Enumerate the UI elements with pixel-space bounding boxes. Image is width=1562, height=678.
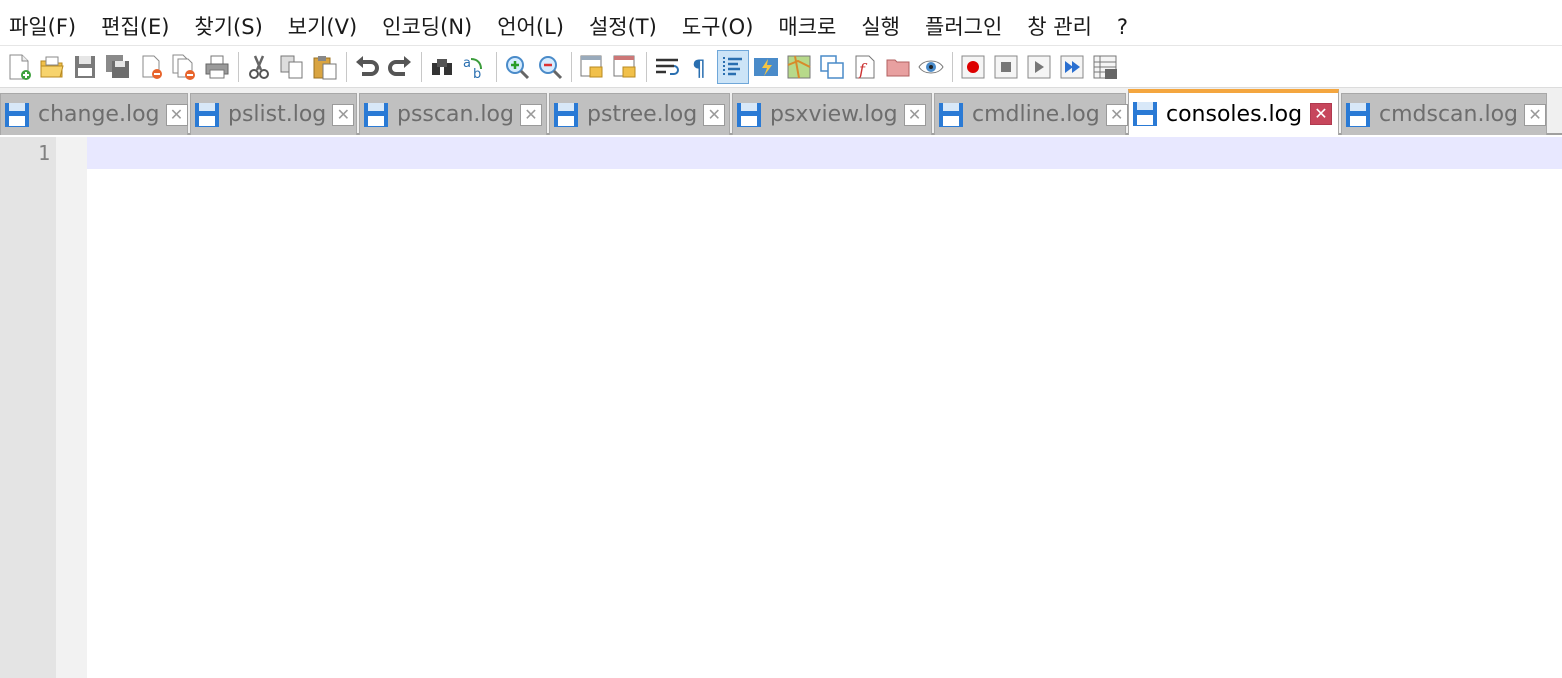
menu-macro[interactable]: 매크로 xyxy=(767,8,850,46)
new-file-icon[interactable] xyxy=(3,50,35,84)
tab-close-icon[interactable]: ✕ xyxy=(703,103,726,126)
sync-vertical-icon[interactable] xyxy=(576,50,608,84)
tab-cmdscan-log[interactable]: cmdscan.log ✕ xyxy=(1341,93,1547,135)
tab-psscan-log[interactable]: psscan.log ✕ xyxy=(359,93,547,135)
run-macro-multiple-icon[interactable] xyxy=(1056,50,1088,84)
tab-psxview-log[interactable]: psxview.log ✕ xyxy=(732,93,932,135)
tab-label: psxview.log xyxy=(770,102,898,127)
menu-run[interactable]: 실행 xyxy=(850,8,914,46)
tab-bar: change.log ✕ pslist.log ✕ psscan.log ✕ p… xyxy=(0,88,1562,135)
function-list-icon[interactable]: f xyxy=(849,50,881,84)
menu-file[interactable]: 파일(F) xyxy=(0,8,90,46)
menu-edit[interactable]: 편집(E) xyxy=(90,8,183,46)
tab-change-log[interactable]: change.log ✕ xyxy=(0,93,188,135)
toolbar-separator xyxy=(238,52,239,82)
zoom-out-icon[interactable] xyxy=(534,50,566,84)
toolbar-separator xyxy=(496,52,497,82)
line-number: 1 xyxy=(37,141,50,165)
tab-label: cmdscan.log xyxy=(1379,102,1519,127)
toolbar-separator xyxy=(421,52,422,82)
zoom-in-icon[interactable] xyxy=(501,50,533,84)
menu-encoding[interactable]: 인코딩(N) xyxy=(371,8,486,46)
replace-icon[interactable]: ab xyxy=(459,50,491,84)
cut-icon[interactable] xyxy=(243,50,275,84)
redo-icon[interactable] xyxy=(384,50,416,84)
save-icon xyxy=(939,102,963,127)
svg-text:a: a xyxy=(463,56,471,71)
sync-horizontal-icon[interactable] xyxy=(609,50,641,84)
tab-close-icon[interactable]: ✕ xyxy=(903,103,926,126)
monitoring-icon[interactable] xyxy=(915,50,947,84)
indent-guide-icon[interactable] xyxy=(717,50,749,84)
tab-consoles-log[interactable]: consoles.log ✕ xyxy=(1128,89,1339,135)
tab-label: cmdline.log xyxy=(972,102,1100,127)
save-icon xyxy=(1346,102,1370,127)
find-icon[interactable] xyxy=(426,50,458,84)
document-list-icon[interactable] xyxy=(816,50,848,84)
paste-icon[interactable] xyxy=(309,50,341,84)
tab-close-icon[interactable]: ✕ xyxy=(165,103,188,126)
menu-window[interactable]: 창 관리 xyxy=(1016,8,1106,46)
save-icon xyxy=(1133,102,1157,126)
menu-search[interactable]: 찾기(S) xyxy=(183,8,276,46)
menu-help[interactable]: ? xyxy=(1106,8,1142,46)
save-icon xyxy=(364,102,388,127)
menu-settings[interactable]: 설정(T) xyxy=(578,8,671,46)
toolbar-separator xyxy=(346,52,347,82)
tab-label: consoles.log xyxy=(1166,101,1303,127)
current-line-highlight[interactable] xyxy=(87,137,1562,169)
svg-text:¶: ¶ xyxy=(692,57,706,81)
tab-pstree-log[interactable]: pstree.log ✕ xyxy=(549,93,730,135)
play-macro-icon[interactable] xyxy=(1023,50,1055,84)
menu-tools[interactable]: 도구(O) xyxy=(671,8,768,46)
fold-margin xyxy=(56,137,87,678)
toolbar-separator xyxy=(571,52,572,82)
tab-label: psscan.log xyxy=(397,102,514,127)
save-icon xyxy=(5,102,29,127)
document-map-icon[interactable] xyxy=(783,50,815,84)
record-macro-icon[interactable] xyxy=(957,50,989,84)
menu-plugins[interactable]: 플러그인 xyxy=(914,8,1016,46)
stop-macro-icon[interactable] xyxy=(990,50,1022,84)
close-icon[interactable] xyxy=(135,50,167,84)
save-macro-icon[interactable] xyxy=(1089,50,1121,84)
undo-icon[interactable] xyxy=(351,50,383,84)
save-icon xyxy=(737,102,761,127)
print-icon[interactable] xyxy=(201,50,233,84)
show-all-chars-icon[interactable]: ¶ xyxy=(684,50,716,84)
tab-cmdline-log[interactable]: cmdline.log ✕ xyxy=(934,93,1128,135)
menu-view[interactable]: 보기(V) xyxy=(277,8,371,46)
tab-label: pslist.log xyxy=(228,102,327,127)
word-wrap-icon[interactable] xyxy=(651,50,683,84)
svg-text:b: b xyxy=(473,67,481,81)
tab-close-icon[interactable]: ✕ xyxy=(1105,103,1128,126)
tab-pslist-log[interactable]: pslist.log ✕ xyxy=(190,93,357,135)
save-icon xyxy=(195,102,219,127)
editor-area[interactable]: 1 xyxy=(0,137,1562,678)
toolbar-separator xyxy=(952,52,953,82)
tab-label: pstree.log xyxy=(587,102,698,127)
save-all-icon[interactable] xyxy=(102,50,134,84)
open-file-icon[interactable] xyxy=(36,50,68,84)
folder-workspace-icon[interactable] xyxy=(882,50,914,84)
save-icon xyxy=(554,102,578,127)
udl-icon[interactable] xyxy=(750,50,782,84)
copy-icon[interactable] xyxy=(276,50,308,84)
toolbar-separator xyxy=(646,52,647,82)
tab-close-icon[interactable]: ✕ xyxy=(1524,103,1547,126)
toolbar: ab ¶ f xyxy=(0,47,1562,88)
save-icon[interactable] xyxy=(69,50,101,84)
close-all-icon[interactable] xyxy=(168,50,200,84)
menu-language[interactable]: 언어(L) xyxy=(486,8,578,46)
line-number-gutter: 1 xyxy=(0,137,56,678)
menu-bar: 파일(F) 편집(E) 찾기(S) 보기(V) 인코딩(N) 언어(L) 설정(… xyxy=(0,8,1562,46)
tab-close-icon[interactable]: ✕ xyxy=(1310,103,1332,125)
tab-close-icon[interactable]: ✕ xyxy=(519,103,542,126)
tab-close-icon[interactable]: ✕ xyxy=(332,103,355,126)
tab-label: change.log xyxy=(38,102,160,127)
